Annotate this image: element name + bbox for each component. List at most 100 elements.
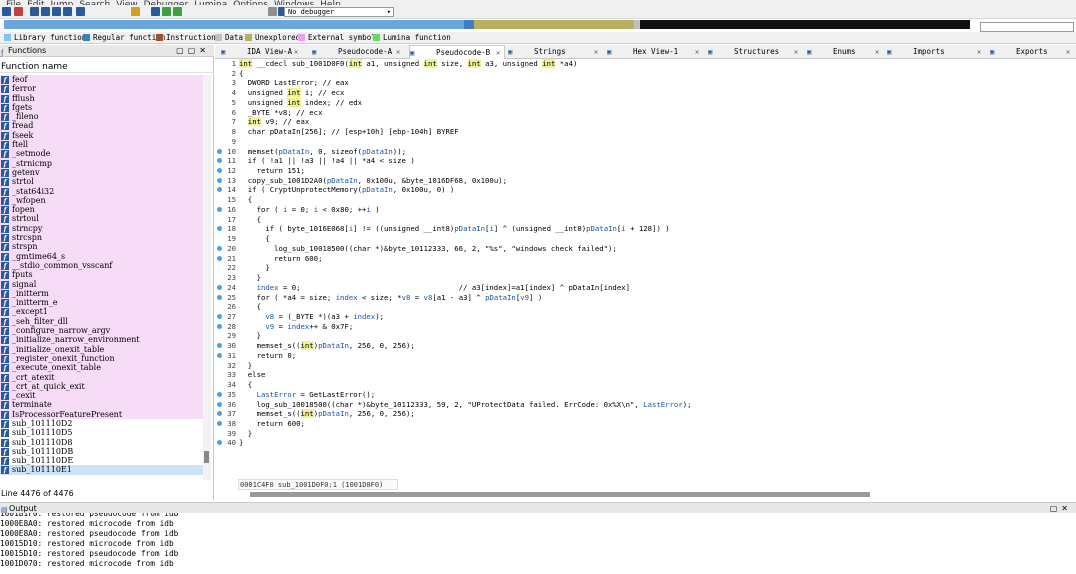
function-list-item[interactable]: f strncpy [0,223,203,234]
tab-close-icon[interactable]: ✕ [875,45,879,59]
function-list-item[interactable]: f __stdio_common_vsscanf [0,260,203,271]
color-icon[interactable] [131,7,140,16]
function-list-item[interactable]: f _stat64i32 [0,186,203,196]
function-list-item[interactable]: f IsProcessorFeaturePresent [0,409,203,419]
breakpoint-dot-icon[interactable] [217,401,222,407]
breakpoint-dot-icon[interactable] [217,411,222,417]
function-list-item[interactable]: f feof [0,75,203,85]
function-list-item[interactable]: f _configure_narrow_argv [0,326,203,336]
function-list-item[interactable]: f ftell [0,140,203,150]
function-list-item[interactable]: f ferror [0,84,203,94]
function-list-item[interactable]: f fseek [0,130,203,141]
function-list-item[interactable]: f _gmtime64_s [0,251,203,261]
breakpoint-dot-icon[interactable] [217,187,222,193]
back-icon[interactable] [30,7,39,16]
pseudocode-view[interactable]: 1 int __cdecl sub_1001D0F0(int a1, unsign… [215,59,1076,479]
tab-close-icon[interactable]: ✕ [594,45,598,59]
tab-pseudocode-b[interactable]: ▣ Pseudocode-B ✕ [409,45,505,59]
function-list-item[interactable]: f _crt_at_quick_exit [0,381,203,392]
function-list-item[interactable]: f _except1 [0,307,203,317]
save-icon[interactable] [2,7,11,16]
function-list-item[interactable]: f fflush [0,93,203,103]
close-icon[interactable]: ✕ [1061,504,1072,513]
breakpoint-dot-icon[interactable] [217,255,222,261]
tab-pseudocode-a[interactable]: ▣ Pseudocode-A ✕ [312,45,406,59]
debugger-select[interactable]: No debugger ▾ [284,7,394,17]
function-list-item[interactable]: f sub_101110D5 [0,428,203,438]
tab-close-icon[interactable]: ✕ [794,45,798,59]
function-list-item[interactable]: f terminate [0,400,203,410]
pin-icon[interactable]: ▢ [188,46,200,55]
tab-imports[interactable]: ▣ Imports ✕ [887,45,987,59]
function-list-item[interactable]: f _register_onexit_function [0,353,203,364]
function-list-item[interactable]: f _strnicmp [0,158,203,168]
tab-close-icon[interactable]: ✕ [695,45,699,59]
tab-structures[interactable]: ▣ Structures ✕ [708,45,804,59]
tab-close-icon[interactable]: ✕ [1066,45,1070,59]
function-list-item[interactable]: f _setmode [0,149,203,159]
restore-icon[interactable]: ▢ [1050,504,1062,513]
function-list-item[interactable]: f strtol [0,177,203,187]
tab-close-icon[interactable]: ✕ [496,46,500,60]
breakpoint-dot-icon[interactable] [217,206,222,212]
breakpoint-dot-icon[interactable] [217,226,222,232]
breakpoint-dot-icon[interactable] [217,323,222,329]
breakpoint-dot-icon[interactable] [217,177,222,183]
functions-scrollbar[interactable] [203,75,211,480]
nav-icon[interactable] [52,7,61,16]
function-list-item[interactable]: f _crt_atexit [0,372,203,382]
function-list-item[interactable]: f _fileno [0,112,203,122]
function-list-item[interactable]: f fputs [0,270,203,280]
function-list-item[interactable]: f strcspn [0,233,203,243]
breakpoint-dot-icon[interactable] [217,440,222,446]
close-icon[interactable]: ✕ [199,46,210,55]
tab-exports[interactable]: ▣ Exports ✕ [990,45,1076,59]
function-list-item[interactable]: f fgets [0,102,203,113]
function-list-item[interactable]: f strspn [0,242,203,252]
function-name-column-header[interactable]: Function name [0,62,214,73]
open-icon[interactable] [14,7,23,16]
breakpoint-dot-icon[interactable] [217,343,222,349]
breakpoint-dot-icon[interactable] [217,284,222,290]
function-list-item[interactable]: f fread [0,121,203,131]
function-list-item[interactable]: f sub_101110DB [0,447,203,456]
function-list-item[interactable]: f sub_101110D8 [0,438,203,447]
navigation-band[interactable] [4,20,970,29]
function-list-item[interactable]: f _seh_filter_dll [0,316,203,327]
function-list-item[interactable]: f _execute_onexit_table [0,363,203,373]
segment-select[interactable] [980,22,1074,32]
breakpoint-dot-icon[interactable] [217,352,222,358]
forward-icon[interactable] [41,7,50,16]
function-list-item[interactable]: f _wfopen [0,195,203,206]
tab-strings[interactable]: ▣ Strings ✕ [508,45,604,59]
mark-icon[interactable] [151,7,160,16]
tab-close-icon[interactable]: ✕ [396,45,400,59]
function-list-item[interactable]: f sub_101110E1 [0,465,203,475]
jump-icon[interactable] [63,7,72,16]
function-list-item[interactable]: f _initterm_e [0,298,203,308]
tab-ida-view-a[interactable]: ▣ IDA View-A ✕ [221,45,304,59]
function-list-item[interactable]: f signal [0,279,203,289]
tab-enums[interactable]: ▣ Enums ✕ [807,45,885,59]
restore-icon[interactable]: ▢ [176,46,188,55]
breakpoint-dot-icon[interactable] [217,294,222,300]
tab-close-icon[interactable]: ✕ [977,45,981,59]
function-list-item[interactable]: f _initialize_onexit_table [0,344,203,354]
function-list-item[interactable]: f strtoul [0,214,203,224]
horizontal-scrollbar[interactable] [250,492,870,497]
function-list-item[interactable]: f _initterm [0,288,203,299]
function-list-item[interactable]: f sub_101110DE [0,456,203,466]
breakpoint-dot-icon[interactable] [217,313,222,319]
start-icon[interactable] [162,7,171,16]
function-list-item[interactable]: f sub_101110D2 [0,419,203,428]
scroll-thumb[interactable] [204,451,209,463]
function-list-item[interactable]: f fopen [0,205,203,215]
breakpoint-dot-icon[interactable] [217,158,222,164]
search-icon[interactable] [76,7,85,16]
breakpoint-dot-icon[interactable] [217,421,222,426]
function-list-item[interactable]: f _initialize_narrow_environment [0,335,203,345]
function-list-item[interactable]: f _cexit [0,391,203,401]
breakpoint-dot-icon[interactable] [217,168,222,174]
stop-icon[interactable] [268,7,277,16]
breakpoint-dot-icon[interactable] [217,148,222,154]
